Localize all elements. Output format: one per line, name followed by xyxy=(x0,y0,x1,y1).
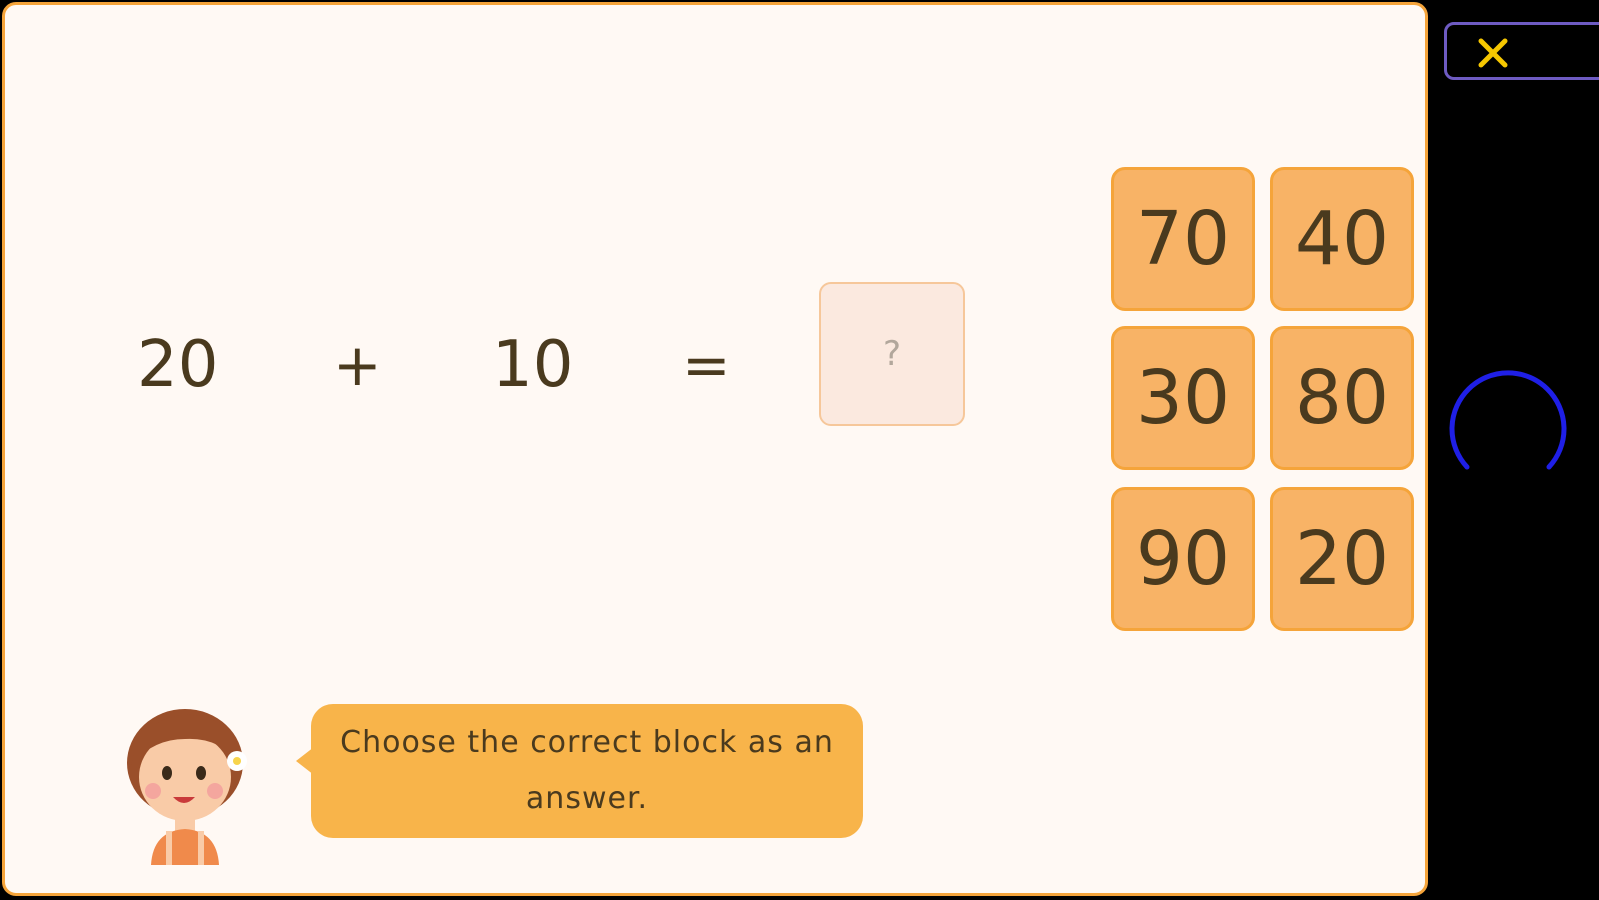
game-stage: 20 + 10 = ? 70 40 30 80 90 20 Choose the… xyxy=(0,0,1599,900)
loading-spinner-icon xyxy=(1449,370,1567,470)
choice-block[interactable]: 20 xyxy=(1270,487,1414,631)
instruction-text: Choose the correct block as an answer. xyxy=(340,725,834,816)
operand-2: 10 xyxy=(492,328,574,402)
plus-operator: + xyxy=(333,331,382,399)
instruction-speech-bubble: Choose the correct block as an answer. xyxy=(311,704,863,838)
choice-block[interactable]: 80 xyxy=(1270,326,1414,470)
close-button[interactable] xyxy=(1444,22,1599,80)
close-icon xyxy=(1478,38,1508,68)
choice-block[interactable]: 40 xyxy=(1270,167,1414,311)
choice-block[interactable]: 90 xyxy=(1111,487,1255,631)
operand-1: 20 xyxy=(137,328,219,402)
answer-drop-slot[interactable]: ? xyxy=(819,282,965,426)
equals-sign: = xyxy=(682,331,731,399)
girl-character-avatar xyxy=(127,709,247,865)
choice-block[interactable]: 70 xyxy=(1111,167,1255,311)
choice-block[interactable]: 30 xyxy=(1111,326,1255,470)
game-panel: 20 + 10 = ? 70 40 30 80 90 20 Choose the… xyxy=(2,2,1428,896)
answer-placeholder: ? xyxy=(882,334,902,374)
